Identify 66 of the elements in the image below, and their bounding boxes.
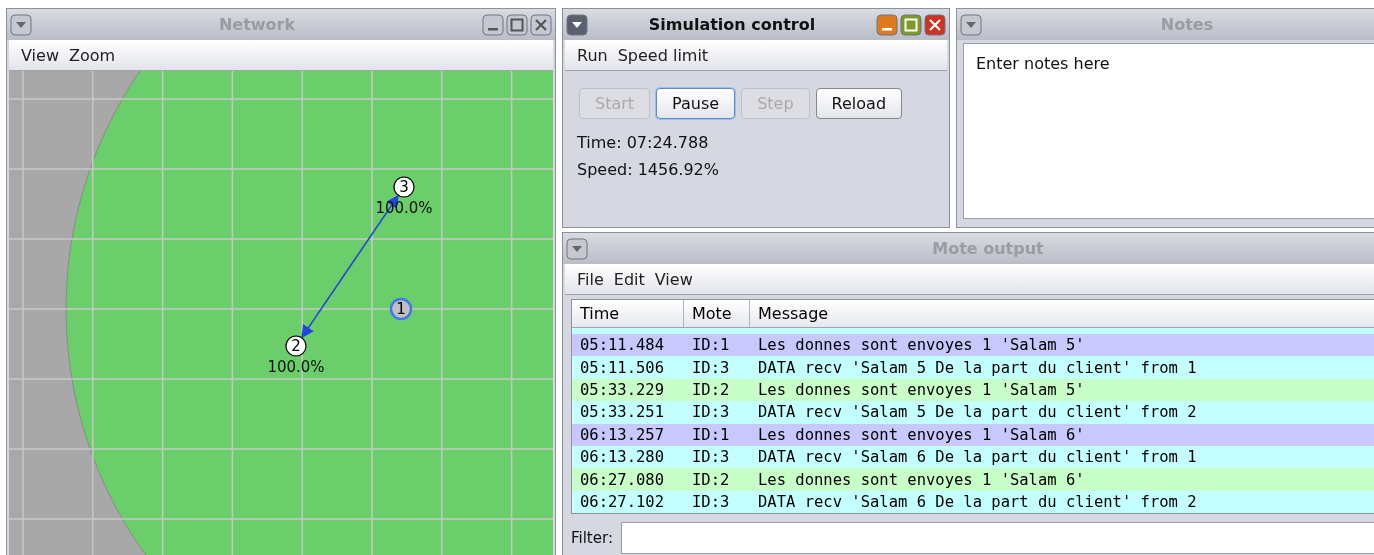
maximize-icon[interactable] xyxy=(506,13,528,36)
table-cell-text: ID:2 xyxy=(691,380,731,399)
mote-label: 1 xyxy=(396,300,406,318)
menu-item[interactable]: Run xyxy=(577,45,608,65)
table-cell-text: ID:3 xyxy=(691,403,731,422)
table-cell-text: Les donnes sont envoyes 1 'Salam 6' xyxy=(757,425,1086,444)
table-row[interactable]: 06:13.280 ID:3 DATA recv 'Salam 6 De la part du client' from 1 xyxy=(572,445,1374,469)
minimize-icon[interactable] xyxy=(876,13,898,36)
table-cell-text: Les donnes sont envoyes 1 'Salam 6' xyxy=(757,470,1086,489)
close-icon[interactable] xyxy=(530,13,552,36)
sim-button[interactable]: Pause xyxy=(656,88,736,119)
speed-label: Speed: 1456.92% xyxy=(576,159,720,181)
table-cell-text: 05:33.229 xyxy=(579,380,665,399)
dropdown-icon[interactable] xyxy=(10,13,32,36)
filter-field[interactable] xyxy=(620,522,1374,555)
maximize-icon[interactable] xyxy=(900,13,922,36)
table-cell-text: 05:11.506 xyxy=(579,358,665,377)
table-cell-text: Les donnes sont envoyes 1 'Salam 5' xyxy=(757,380,1086,399)
table-cell-text: ID:1 xyxy=(691,425,731,444)
mote-reading: 100.0% xyxy=(267,358,325,376)
window-title: Simulation control xyxy=(647,15,817,34)
table-row[interactable]: 05:33.251 ID:3 DATA recv 'Salam 5 De la part du client' from 2 xyxy=(572,401,1374,424)
table-cell-text: 06:13.257 xyxy=(579,425,665,444)
window-title: Network xyxy=(217,15,297,34)
menu-item[interactable]: View xyxy=(654,269,693,289)
table-row[interactable]: 06:13.257 ID:1 Les donnes sont envoyes 1 'Salam 6' xyxy=(572,423,1374,446)
menu-item[interactable]: View xyxy=(21,45,59,65)
table-row[interactable]: 05:11.506 ID:3 DATA recv 'Salam 5 De la part du client' from 1 xyxy=(572,356,1374,379)
column-header[interactable]: Mote xyxy=(684,300,750,327)
column-header[interactable]: Message xyxy=(750,300,1374,327)
table-cell-text: 06:13.280 xyxy=(579,448,665,467)
table-cell-text: 06:27.080 xyxy=(579,470,665,489)
minimize-icon[interactable] xyxy=(482,13,504,36)
table-cell-text: DATA recv 'Salam 6 De la part du client' from 2 xyxy=(757,492,1198,511)
table-cell-text: 05:11.484 xyxy=(579,336,665,355)
table-cell-text: 05:33.251 xyxy=(579,403,665,422)
table-row[interactable]: 05:11.484 ID:1 Les donnes sont envoyes 1 'Salam 5' xyxy=(572,334,1374,357)
table-cell-text: 06:27.102 xyxy=(579,492,665,511)
table-cell-text: DATA recv 'Salam 5 De la part du client' from 1 xyxy=(757,358,1198,377)
table-cell-text: DATA recv 'Salam 5 De la part du client' from 2 xyxy=(757,403,1198,422)
menu-item[interactable]: Speed limit xyxy=(617,45,709,65)
column-header[interactable]: Time xyxy=(572,300,684,327)
table-row[interactable]: 05:33.229 ID:2 Les donnes sont envoyes 1 'Salam 5' xyxy=(572,378,1374,402)
menu-item[interactable]: Edit xyxy=(613,269,645,289)
table-cell-text: ID:3 xyxy=(691,448,731,467)
filter-label: Filter: xyxy=(571,529,613,548)
mote-label: 3 xyxy=(399,178,409,196)
sim-button[interactable]: Reload xyxy=(815,88,903,119)
time-label: Time: 07:24.788 xyxy=(576,132,710,154)
dropdown-icon[interactable] xyxy=(566,13,588,36)
table-row[interactable]: 06:27.080 ID:2 Les donnes sont envoyes 1 'Salam 6' xyxy=(572,468,1374,491)
table-cell-text: ID:1 xyxy=(691,336,731,355)
notes-field[interactable]: Enter notes here xyxy=(964,44,1122,83)
menu-item[interactable]: File xyxy=(577,269,604,289)
table-cell-text: ID:3 xyxy=(691,492,731,511)
menu-item[interactable]: Zoom xyxy=(68,45,116,65)
table-cell-text: DATA recv 'Salam 6 De la part du client' from 1 xyxy=(757,448,1198,467)
table-row[interactable]: 06:27.102 ID:3 DATA recv 'Salam 6 De la part du client' from 2 xyxy=(572,490,1374,514)
table-cell-text: ID:3 xyxy=(691,358,731,377)
close-icon[interactable] xyxy=(924,13,946,36)
dropdown-icon[interactable] xyxy=(566,237,588,260)
table-cell-text: Les donnes sont envoyes 1 'Salam 5' xyxy=(757,336,1086,355)
table-cell-text: ID:2 xyxy=(691,470,731,489)
window-title: Notes xyxy=(1159,15,1215,34)
dropdown-icon[interactable] xyxy=(960,13,982,36)
mote-label: 2 xyxy=(291,337,301,355)
